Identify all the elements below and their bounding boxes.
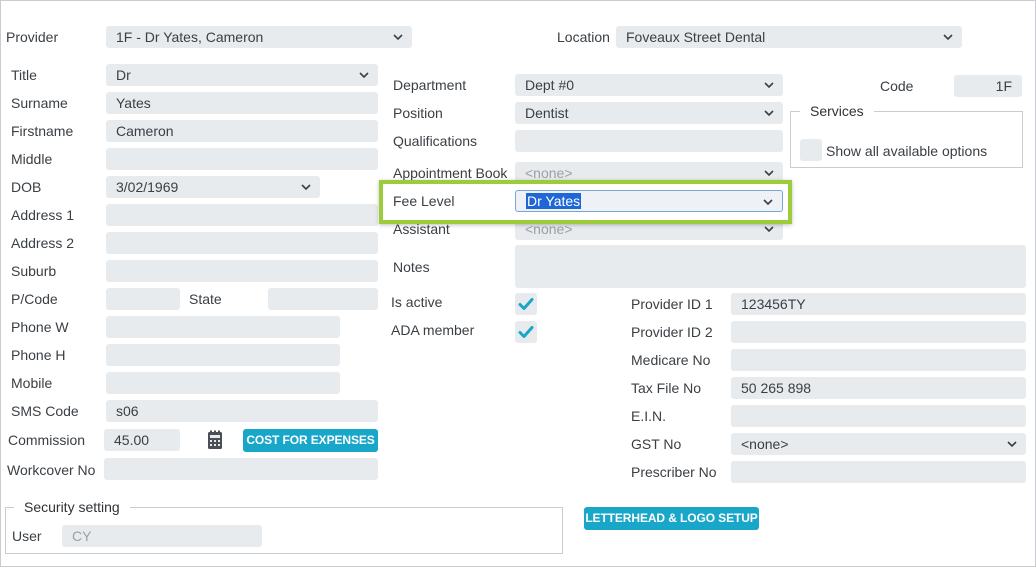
is-active-checkbox[interactable] bbox=[515, 293, 537, 315]
show-all-options-checkbox[interactable] bbox=[800, 139, 822, 161]
ein-input[interactable] bbox=[731, 405, 1026, 427]
gst-dropdown[interactable]: <none> bbox=[731, 433, 1026, 455]
suburb-label: Suburb bbox=[11, 263, 57, 279]
taxfile-input[interactable]: 50 265 898 bbox=[731, 377, 1026, 399]
position-label: Position bbox=[393, 105, 443, 121]
user-label: User bbox=[12, 528, 42, 544]
qualifications-label: Qualifications bbox=[393, 133, 478, 149]
checkmark-icon bbox=[518, 298, 534, 310]
ada-member-checkbox[interactable] bbox=[515, 321, 537, 343]
prescriber-label: Prescriber No bbox=[631, 464, 717, 480]
firstname-label: Firstname bbox=[11, 123, 74, 139]
notes-label: Notes bbox=[393, 259, 430, 275]
phonew-label: Phone W bbox=[11, 319, 69, 335]
qualifications-input[interactable] bbox=[515, 130, 783, 152]
title-label: Title bbox=[11, 67, 37, 83]
cost-for-expenses-button[interactable]: COST FOR EXPENSES bbox=[243, 429, 378, 452]
fee-level-value: Dr Yates bbox=[526, 193, 582, 209]
middle-input[interactable] bbox=[106, 148, 378, 170]
chevron-down-icon bbox=[301, 184, 311, 191]
middle-label: Middle bbox=[11, 151, 53, 167]
calculator-icon[interactable] bbox=[206, 430, 224, 450]
medicare-input[interactable] bbox=[731, 349, 1026, 371]
notes-input[interactable] bbox=[515, 245, 1026, 288]
code-label: Code bbox=[880, 78, 914, 94]
address1-input[interactable] bbox=[106, 204, 378, 226]
fee-level-dropdown[interactable]: Dr Yates bbox=[515, 190, 783, 212]
commission-input[interactable]: 45.00 bbox=[104, 429, 180, 451]
state-input[interactable] bbox=[268, 288, 378, 310]
provider-dropdown[interactable]: 1F - Dr Yates, Cameron bbox=[106, 26, 412, 48]
sms-input[interactable]: s06 bbox=[106, 400, 378, 422]
location-value: Foveaux Street Dental bbox=[626, 29, 766, 45]
phoneh-label: Phone H bbox=[11, 347, 66, 363]
phoneh-input[interactable] bbox=[106, 344, 340, 366]
workcover-input[interactable] bbox=[104, 458, 378, 480]
chevron-down-icon bbox=[764, 226, 774, 233]
location-dropdown[interactable]: Foveaux Street Dental bbox=[616, 26, 962, 48]
chevron-down-icon bbox=[359, 72, 369, 79]
chevron-down-icon bbox=[1007, 441, 1017, 448]
position-dropdown[interactable]: Dentist bbox=[515, 102, 783, 124]
pcode-label: P/Code bbox=[11, 291, 58, 307]
address1-label: Address 1 bbox=[11, 207, 75, 223]
dob-value: 3/02/1969 bbox=[116, 179, 179, 195]
chevron-down-icon bbox=[764, 170, 774, 177]
suburb-input[interactable] bbox=[106, 260, 378, 282]
title-dropdown[interactable]: Dr bbox=[106, 64, 378, 86]
state-label: State bbox=[189, 291, 222, 307]
commission-label: Commission bbox=[8, 432, 86, 448]
position-value: Dentist bbox=[525, 105, 569, 121]
firstname-input[interactable]: Cameron bbox=[106, 120, 378, 142]
chevron-down-icon bbox=[764, 82, 774, 89]
surname-label: Surname bbox=[11, 95, 68, 111]
surname-input[interactable]: Yates bbox=[106, 92, 378, 114]
medicare-label: Medicare No bbox=[631, 352, 711, 368]
appointment-book-value: <none> bbox=[525, 165, 573, 181]
department-label: Department bbox=[393, 77, 467, 93]
title-value: Dr bbox=[116, 67, 131, 83]
mobile-input[interactable] bbox=[106, 372, 340, 394]
department-value: Dept #0 bbox=[525, 77, 575, 93]
chevron-down-icon bbox=[764, 110, 774, 117]
provider-id1-input[interactable]: 123456TY bbox=[731, 293, 1026, 315]
workcover-label: Workcover No bbox=[7, 462, 96, 478]
gst-value: <none> bbox=[741, 436, 789, 452]
letterhead-logo-setup-button[interactable]: LETTERHEAD & LOGO SETUP bbox=[584, 507, 759, 530]
checkmark-icon bbox=[518, 326, 534, 338]
provider-id1-label: Provider ID 1 bbox=[631, 296, 713, 312]
address2-input[interactable] bbox=[106, 232, 378, 254]
location-label: Location bbox=[557, 29, 610, 45]
taxfile-label: Tax File No bbox=[631, 380, 702, 396]
services-legend: Services bbox=[800, 103, 874, 119]
pcode-input[interactable] bbox=[106, 288, 180, 310]
fee-level-label: Fee Level bbox=[393, 193, 455, 209]
provider-label: Provider bbox=[6, 29, 59, 45]
user-input[interactable]: CY bbox=[62, 525, 262, 547]
provider-id2-label: Provider ID 2 bbox=[631, 324, 713, 340]
provider-id2-input[interactable] bbox=[731, 321, 1026, 343]
show-all-options-label: Show all available options bbox=[826, 143, 988, 159]
security-legend: Security setting bbox=[14, 499, 130, 515]
address2-label: Address 2 bbox=[11, 235, 75, 251]
department-dropdown[interactable]: Dept #0 bbox=[515, 74, 783, 96]
chevron-down-icon bbox=[763, 199, 773, 206]
provider-value: 1F - Dr Yates, Cameron bbox=[116, 29, 264, 45]
code-input[interactable]: 1F bbox=[954, 75, 1022, 97]
gst-label: GST No bbox=[631, 436, 682, 452]
chevron-down-icon bbox=[943, 34, 953, 41]
sms-label: SMS Code bbox=[11, 403, 79, 419]
chevron-down-icon bbox=[393, 34, 403, 41]
dob-label: DOB bbox=[11, 179, 42, 195]
is-active-label: Is active bbox=[391, 294, 443, 310]
ada-member-label: ADA member bbox=[391, 322, 475, 338]
mobile-label: Mobile bbox=[11, 375, 53, 391]
prescriber-input[interactable] bbox=[731, 461, 1026, 483]
phonew-input[interactable] bbox=[106, 316, 340, 338]
dob-picker[interactable]: 3/02/1969 bbox=[106, 176, 320, 198]
ein-label: E.I.N. bbox=[631, 408, 667, 424]
